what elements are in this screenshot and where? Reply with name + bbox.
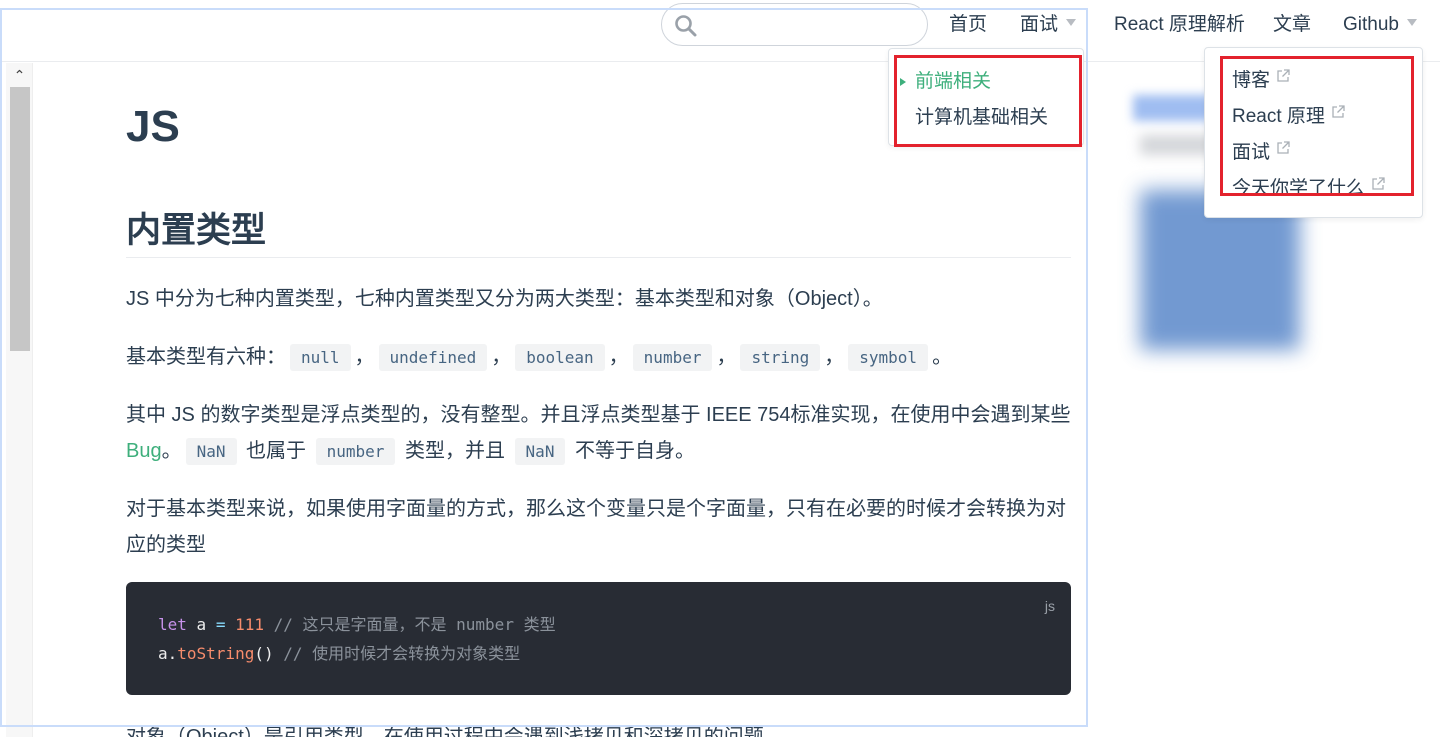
nav-interview-label: 面试 xyxy=(1020,14,1059,35)
nav-react-link[interactable]: React 原理解析 xyxy=(1114,12,1245,38)
code-symbol: symbol xyxy=(848,344,929,371)
scrollbar-thumb[interactable] xyxy=(10,87,30,351)
code-number: number xyxy=(315,438,396,465)
bug-link[interactable]: Bug xyxy=(126,440,162,462)
sidebar-scrollbar[interactable]: ⌃ xyxy=(6,63,33,737)
external-link-icon xyxy=(1277,69,1290,82)
code-boolean: boolean xyxy=(515,344,605,371)
paragraph-primitive-types: 基本类型有六种： null， undefined， boolean， number， st… xyxy=(126,339,1071,376)
menu-item-label: 前端相关 xyxy=(915,71,992,92)
search-input[interactable] xyxy=(704,12,914,38)
search-box[interactable] xyxy=(661,3,928,46)
code-nan: NaN xyxy=(185,438,237,465)
external-link-icon xyxy=(1277,141,1290,154)
code-nan: NaN xyxy=(514,438,566,465)
nav-articles-link[interactable]: 文章 xyxy=(1273,12,1311,38)
code-line-1: let a = 111 // 这只是字面量，不是 number 类型 xyxy=(158,613,556,637)
code-function: toString xyxy=(177,644,255,663)
menu-item-label: 面试 xyxy=(1232,142,1271,163)
separator: ， xyxy=(491,346,512,368)
menu-item-til[interactable]: 今天你学了什么 xyxy=(1232,176,1385,202)
menu-item-frontend[interactable]: 前端相关 xyxy=(900,69,992,95)
code-variable: a. xyxy=(158,644,178,663)
nav-github-label: Github xyxy=(1343,14,1399,35)
code-null: null xyxy=(290,344,351,371)
code-keyword: let xyxy=(158,615,187,634)
code-string: string xyxy=(740,344,821,371)
nav-github-dropdown[interactable]: Github xyxy=(1343,12,1417,38)
number-type-text: 。 xyxy=(161,440,182,462)
separator: 。 xyxy=(932,346,953,368)
separator: ， xyxy=(354,346,375,368)
number-type-text: 其中 JS 的数字类型是浮点类型的，没有整型。并且浮点类型基于 IEEE 754… xyxy=(126,404,1071,426)
code-variable: a xyxy=(186,615,216,634)
external-link-icon xyxy=(1372,177,1385,190)
code-comment: // 使用时候才会转换为对象类型 xyxy=(273,644,521,663)
separator: ， xyxy=(608,346,629,368)
menu-item-interview[interactable]: 面试 xyxy=(1232,140,1290,166)
code-undefined: undefined xyxy=(378,344,488,371)
section-heading: 内置类型 xyxy=(126,209,1071,258)
menu-item-react-principle[interactable]: React 原理 xyxy=(1232,104,1345,130)
separator: ， xyxy=(824,346,845,368)
code-number: number xyxy=(632,344,713,371)
separator: ， xyxy=(716,346,737,368)
menu-item-label: React 原理 xyxy=(1232,106,1325,127)
number-type-text: 不等于自身。 xyxy=(569,440,696,462)
nav-interview-dropdown[interactable]: 面试 xyxy=(1020,12,1077,38)
external-link-icon xyxy=(1332,105,1345,118)
code-paren: () xyxy=(254,644,274,663)
caret-down-icon xyxy=(1066,19,1077,27)
paragraph-literal: 对于基本类型来说，如果使用字面量的方式，那么这个变量只是个字面量，只有在必要的时… xyxy=(126,498,1066,556)
scroll-up-arrow-icon[interactable]: ⌃ xyxy=(6,65,33,85)
code-operator: = xyxy=(215,615,226,634)
code-comment: // 这只是字面量，不是 number 类型 xyxy=(263,615,556,634)
interview-dropdown-menu: 前端相关 计算机基础相关 xyxy=(888,48,1084,146)
menu-item-cs-basics[interactable]: 计算机基础相关 xyxy=(915,105,1048,131)
github-dropdown-menu: 博客 React 原理 面试 今天你学了什么 xyxy=(1204,47,1423,218)
caret-down-icon xyxy=(1406,19,1417,27)
menu-item-blog[interactable]: 博客 xyxy=(1232,68,1290,94)
menu-item-label: 博客 xyxy=(1232,70,1271,91)
active-indicator-icon xyxy=(900,78,906,86)
paragraph-object-type: 对象（Object）是引用类型，在使用过程中会遇到浅拷贝和深拷贝的问题。 xyxy=(126,726,784,737)
blurred-link xyxy=(1133,95,1213,121)
code-block: js let a = 111 // 这只是字面量，不是 number 类型 a.… xyxy=(126,582,1071,695)
number-type-text: 也属于 xyxy=(240,440,312,462)
search-icon xyxy=(675,15,697,37)
page-title: JS xyxy=(126,102,180,151)
paragraph-builtin-types: JS 中分为七种内置类型，七种内置类型又分为两大类型：基本类型和对象（Objec… xyxy=(126,288,883,310)
primitive-types-intro: 基本类型有六种： xyxy=(126,346,286,368)
nav-home-link[interactable]: 首页 xyxy=(949,12,987,38)
code-number-literal: 111 xyxy=(225,615,264,634)
code-language-label: js xyxy=(1044,598,1055,614)
menu-item-label: 今天你学了什么 xyxy=(1232,178,1366,199)
paragraph-number-type: 其中 JS 的数字类型是浮点类型的，没有整型。并且浮点类型基于 IEEE 754… xyxy=(126,397,1071,470)
code-line-2: a.toString() // 使用时候才会转换为对象类型 xyxy=(158,642,520,666)
number-type-text: 类型，并且 xyxy=(399,440,511,462)
